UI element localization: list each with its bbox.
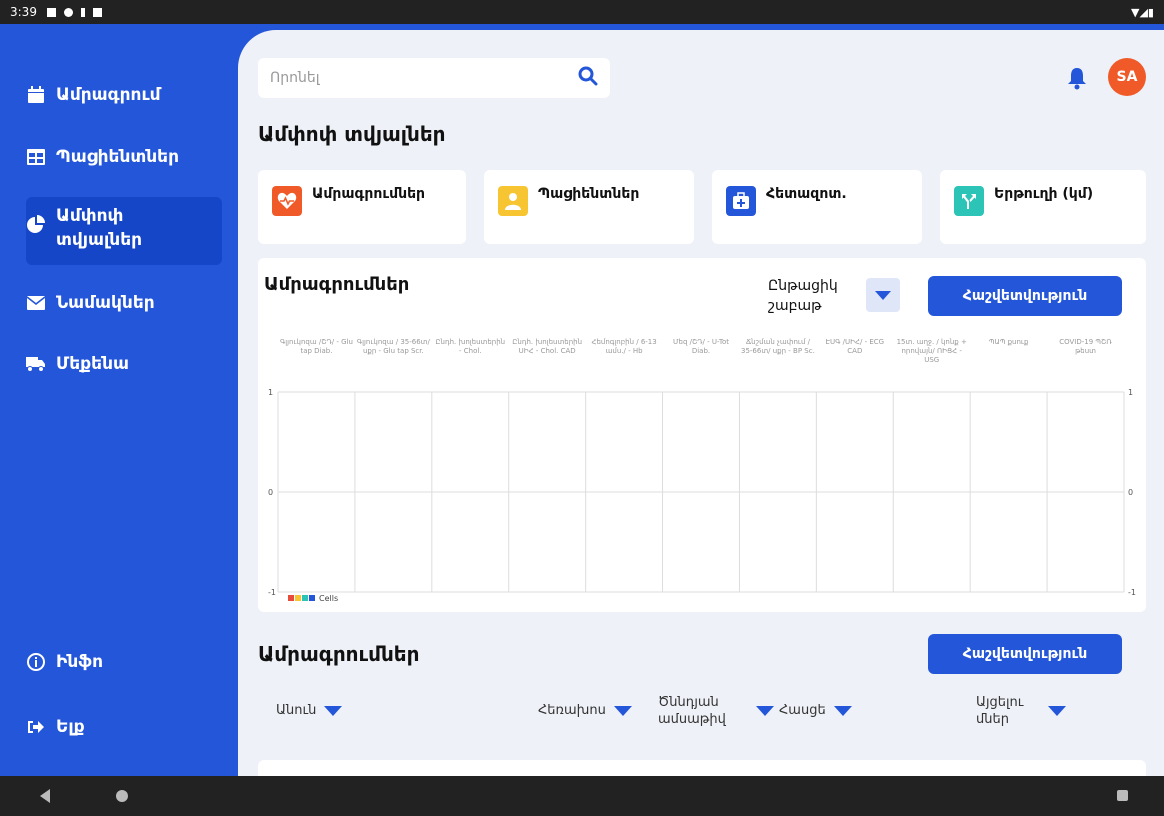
sidebar-item-label: Ինֆո	[56, 652, 103, 672]
page-title: Ամփոփ տվյալներ	[258, 122, 446, 146]
recent-apps-icon[interactable]	[1117, 790, 1128, 801]
legend-swatch	[295, 595, 301, 601]
chart-plot: 1 1 0 0 -1 -1	[268, 388, 1136, 597]
user-icon	[498, 186, 528, 216]
status-notification-icons	[46, 7, 102, 17]
status-bar: 3:39 ▼◢▮	[0, 0, 1164, 24]
stat-card-label: Հետազոտ.	[766, 186, 847, 202]
sidebar-item-summary[interactable]: Ամփոփ տվյալներ	[26, 204, 222, 252]
sort-down-icon	[756, 706, 774, 716]
heartbeat-icon	[272, 186, 302, 216]
table-row[interactable]	[258, 760, 1146, 776]
sidebar-item-info[interactable]: Ինֆո	[26, 652, 222, 672]
column-header-label: Հասցե	[779, 703, 826, 718]
table-icon	[26, 147, 46, 167]
column-header-birthdate[interactable]: Ծննդյան ամսաթիվ	[658, 694, 774, 728]
sort-down-icon	[324, 705, 343, 716]
sidebar: Ամրագրում Պացիենտներ Ամփոփ տվյալներ Նամա…	[0, 24, 238, 776]
column-header-label: Անուն	[276, 703, 317, 718]
stat-card-patients[interactable]: Պացիենտներ	[484, 170, 694, 244]
column-header-name[interactable]: Անուն	[276, 702, 343, 719]
system-nav-bar	[0, 776, 1164, 816]
column-header-label: Հեռախոս	[538, 703, 606, 718]
legend-label: Cells	[319, 594, 339, 603]
stat-card-label: Պացիենտներ	[538, 186, 640, 202]
y-tick-label: -1	[1128, 588, 1136, 597]
avatar[interactable]: SA	[1108, 58, 1146, 96]
sidebar-item-logout[interactable]: Ելք	[26, 717, 222, 737]
sidebar-item-label: Ելք	[56, 717, 85, 737]
stat-card-route[interactable]: Երթուղի (կմ)	[940, 170, 1146, 244]
pie-chart-icon	[26, 214, 46, 234]
y-tick-label: -1	[268, 588, 276, 597]
table-title: Ամրագրումներ	[258, 642, 420, 666]
sort-down-icon	[833, 705, 852, 716]
sidebar-item-booking[interactable]: Ամրագրում	[26, 85, 222, 105]
sidebar-item-patients[interactable]: Պացիենտներ	[26, 147, 222, 167]
status-time: 3:39	[10, 5, 37, 19]
info-icon	[26, 652, 46, 672]
legend-swatch	[288, 595, 294, 601]
chart-gridlines	[277, 391, 1125, 593]
table-report-button[interactable]: Հաշվետվություն	[928, 634, 1122, 674]
chart-legend: Cells	[288, 594, 338, 603]
sort-down-icon	[1048, 706, 1066, 716]
search-input[interactable]	[270, 70, 578, 86]
column-header-label: Այցելու մներ	[976, 695, 1024, 727]
y-tick-label: 1	[268, 388, 273, 397]
sidebar-item-label: Պացիենտներ	[56, 147, 180, 167]
main-content: SA Ամփոփ տվյալներ Ամրագրումներ Պացիենտնե…	[238, 30, 1164, 776]
signal-battery-icon: ▼◢▮	[1131, 5, 1154, 19]
stat-card-label: Ամրագրումներ	[312, 186, 426, 202]
y-tick-label: 0	[1128, 488, 1133, 497]
envelope-icon	[26, 293, 46, 313]
legend-swatches	[288, 594, 316, 603]
stat-card-bookings[interactable]: Ամրագրումներ	[258, 170, 466, 244]
sign-out-icon	[26, 717, 46, 737]
sidebar-item-label: Ամփոփ տվյալներ	[56, 206, 143, 250]
sort-down-icon	[613, 705, 632, 716]
sidebar-item-messages[interactable]: Նամակներ	[26, 293, 222, 313]
stat-card-label: Երթուղի (կմ)	[994, 186, 1094, 202]
search-icon[interactable]	[578, 66, 598, 90]
sidebar-item-label: Նամակներ	[56, 293, 155, 313]
column-header-phone[interactable]: Հեռախոս	[538, 702, 632, 719]
route-icon	[954, 186, 984, 216]
search-bar[interactable]	[258, 58, 610, 98]
legend-swatch	[309, 595, 315, 601]
back-icon[interactable]	[40, 789, 50, 803]
sidebar-item-vehicle[interactable]: Մեքենա	[26, 354, 222, 374]
legend-swatch	[302, 595, 308, 601]
medkit-icon	[726, 186, 756, 216]
home-icon[interactable]	[116, 790, 128, 802]
truck-icon	[26, 354, 46, 374]
sidebar-item-label: Մեքենա	[56, 354, 129, 374]
y-tick-label: 1	[1128, 388, 1133, 397]
column-header-address[interactable]: Հասցե	[779, 702, 852, 719]
stat-card-tests[interactable]: Հետազոտ.	[712, 170, 922, 244]
bookings-chart-card: Ամրագրումներ Ընթացիկ շաբաթ Հաշվետվությու…	[258, 258, 1146, 612]
sidebar-item-label: Ամրագրում	[56, 85, 161, 105]
calendar-icon	[26, 85, 46, 105]
column-header-visits[interactable]: Այցելու մներ	[976, 694, 1066, 728]
bell-icon[interactable]	[1066, 66, 1088, 94]
column-header-label: Ծննդյան ամսաթիվ	[658, 695, 726, 727]
y-tick-label: 0	[268, 488, 273, 497]
